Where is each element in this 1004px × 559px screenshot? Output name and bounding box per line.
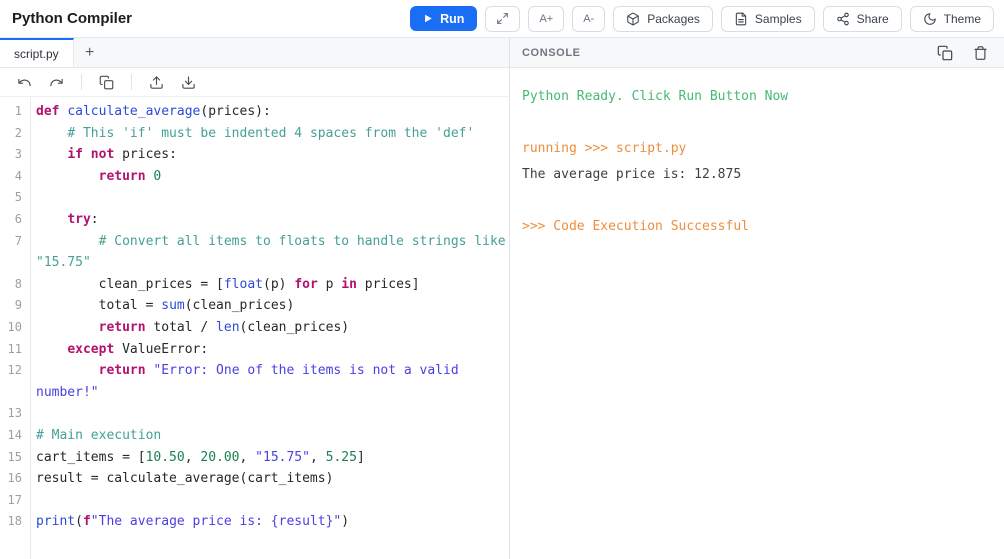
copy-output-button[interactable] bbox=[935, 43, 955, 63]
main-area: script.py + 1 def calculate_average(pric… bbox=[0, 38, 1004, 559]
share-button[interactable]: Share bbox=[822, 5, 902, 32]
package-icon bbox=[627, 12, 639, 25]
samples-button[interactable]: Samples bbox=[720, 5, 815, 32]
samples-button-label: Samples bbox=[754, 11, 802, 26]
line-number: 14 bbox=[7, 427, 22, 442]
line-number: 1 bbox=[14, 104, 22, 118]
redo-button[interactable] bbox=[44, 72, 69, 93]
console-panel: CONSOLE Python Ready. Click Run Button N… bbox=[510, 38, 1004, 559]
code-line[interactable]: 10 return total / len(clean_prices) bbox=[0, 317, 509, 339]
line-number: 7 bbox=[14, 233, 22, 248]
code-line[interactable]: 12 return "Error: One of the items is no… bbox=[0, 360, 509, 403]
copy-code-button[interactable] bbox=[94, 72, 119, 93]
fullscreen-button[interactable] bbox=[485, 5, 521, 32]
code-line[interactable]: 17 bbox=[0, 490, 509, 512]
share-icon bbox=[836, 12, 849, 25]
code-line[interactable]: 4 return 0 bbox=[0, 166, 509, 188]
app-header: Python Compiler Run A+ A- Packages Sampl… bbox=[0, 0, 1004, 38]
file-text-icon bbox=[735, 12, 747, 25]
undo-icon bbox=[18, 78, 31, 86]
copy-icon bbox=[937, 45, 953, 60]
editor-tabbar: script.py + bbox=[0, 38, 509, 68]
console-line: >>> Code Execution Successful bbox=[522, 219, 749, 234]
console-output: Python Ready. Click Run Button Now runni… bbox=[510, 68, 1004, 559]
theme-button-label: Theme bbox=[943, 11, 981, 26]
line-number: 3 bbox=[14, 147, 22, 162]
line-number: 4 bbox=[14, 168, 22, 183]
font-increase-button[interactable]: A+ bbox=[528, 5, 565, 32]
toolbar-separator bbox=[81, 74, 82, 90]
code-line[interactable]: 14 # Main execution bbox=[0, 425, 509, 447]
play-icon bbox=[425, 14, 432, 23]
code-line[interactable]: 7 # Convert all items to floats to handl… bbox=[0, 231, 509, 274]
code-line[interactable]: 13 bbox=[0, 403, 509, 425]
font-decrease-button[interactable]: A- bbox=[572, 5, 606, 32]
code-line[interactable]: 9 total = sum(clean_prices) bbox=[0, 295, 509, 317]
console-line: running >>> script.py bbox=[522, 141, 687, 156]
line-number: 13 bbox=[7, 406, 22, 421]
run-button[interactable]: Run bbox=[410, 6, 478, 31]
line-number: 5 bbox=[14, 190, 22, 205]
code-line[interactable]: 11 except ValueError: bbox=[0, 339, 509, 361]
line-number: 15 bbox=[7, 449, 22, 464]
code-line[interactable]: 18 print(f"The average price is: {result}… bbox=[0, 511, 509, 533]
line-number: 17 bbox=[7, 492, 22, 507]
editor-panel: script.py + 1 def calculate_average(pric… bbox=[0, 38, 510, 559]
line-number: 2 bbox=[14, 125, 22, 140]
moon-icon bbox=[923, 12, 936, 25]
page-title: Python Compiler bbox=[12, 10, 133, 27]
line-number: 16 bbox=[7, 471, 22, 486]
line-number: 10 bbox=[7, 319, 22, 334]
line-number: 8 bbox=[14, 276, 22, 291]
code-lines: 1 def calculate_average(prices): 2 # This … bbox=[0, 101, 509, 533]
run-button-label: Run bbox=[440, 11, 465, 26]
tab-script-py-label: script.py bbox=[14, 46, 59, 61]
undo-button[interactable] bbox=[12, 72, 37, 93]
console-line: Python Ready. Click Run Button Now bbox=[522, 89, 789, 104]
code-line[interactable]: 3 if not prices: bbox=[0, 144, 509, 166]
download-code-button[interactable] bbox=[176, 72, 201, 93]
console-line: The average price is: 12.875 bbox=[522, 167, 742, 182]
trash-icon bbox=[974, 45, 987, 60]
packages-button[interactable]: Packages bbox=[613, 5, 713, 32]
copy-icon bbox=[99, 75, 114, 89]
line-number: 9 bbox=[14, 298, 22, 313]
line-number: 11 bbox=[7, 341, 22, 356]
gutter-divider bbox=[30, 97, 31, 559]
code-line[interactable]: 5 bbox=[0, 187, 509, 209]
upload-code-button[interactable] bbox=[144, 72, 169, 93]
share-button-label: Share bbox=[856, 11, 889, 26]
tab-script-py[interactable]: script.py bbox=[0, 38, 74, 67]
code-line[interactable]: 15 cart_items = [10.50, 20.00, "15.75", 5… bbox=[0, 447, 509, 469]
new-tab-button[interactable]: + bbox=[74, 38, 106, 67]
code-line[interactable]: 16 result = calculate_average(cart_items) bbox=[0, 468, 509, 490]
line-number: 12 bbox=[7, 363, 22, 378]
toolbar-separator bbox=[131, 74, 132, 90]
line-number: 18 bbox=[7, 514, 22, 529]
console-actions bbox=[935, 43, 990, 63]
header-controls: Run A+ A- Packages Samples Share Theme bbox=[410, 5, 994, 32]
upload-icon bbox=[150, 75, 163, 89]
console-title: CONSOLE bbox=[522, 46, 581, 59]
code-editor[interactable]: 1 def calculate_average(prices): 2 # This … bbox=[0, 97, 509, 559]
console-header: CONSOLE bbox=[510, 38, 1004, 68]
download-icon bbox=[182, 75, 195, 89]
line-number: 6 bbox=[14, 211, 22, 226]
fullscreen-icon bbox=[497, 13, 509, 24]
clear-console-button[interactable] bbox=[971, 43, 990, 63]
code-line[interactable]: 1 def calculate_average(prices): bbox=[0, 101, 509, 123]
editor-toolbar bbox=[0, 68, 509, 97]
code-line[interactable]: 8 clean_prices = [float(p) for p in pric… bbox=[0, 274, 509, 296]
redo-icon bbox=[50, 78, 63, 86]
code-line[interactable]: 6 try: bbox=[0, 209, 509, 231]
code-line[interactable]: 2 # This 'if' must be indented 4 spaces … bbox=[0, 123, 509, 145]
packages-button-label: Packages bbox=[647, 11, 700, 26]
theme-button[interactable]: Theme bbox=[909, 5, 994, 32]
